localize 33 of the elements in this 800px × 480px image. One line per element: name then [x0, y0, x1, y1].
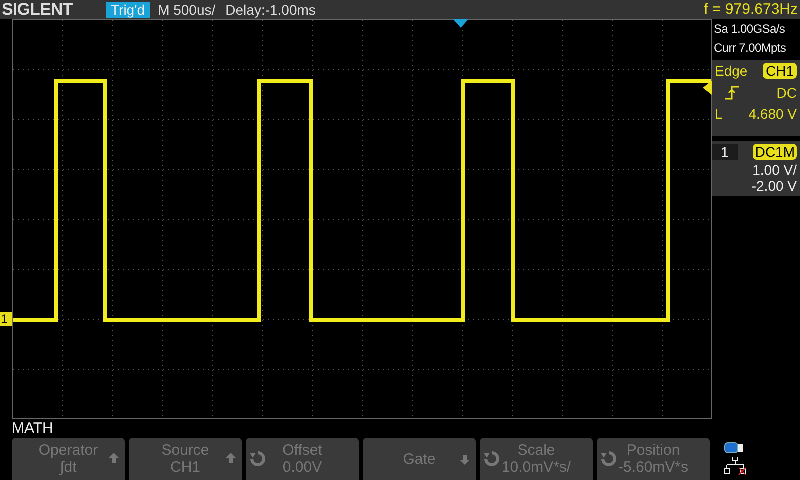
brand-logo: SIGLENT [2, 1, 74, 18]
network-icon [724, 457, 746, 475]
softkey-button[interactable]: Position -5.60mV*s [597, 438, 710, 480]
knob-icon [249, 450, 267, 468]
softkey-button[interactable]: Gate [363, 438, 476, 480]
up-arrow-icon [225, 452, 237, 464]
timebase: M 500us/ [158, 2, 216, 16]
trigger-status: Trig'd [106, 2, 150, 18]
vertical-offset: -2.00 V [752, 179, 797, 193]
delay: Delay:-1.00ms [226, 2, 316, 16]
channel-number: 1 [712, 144, 738, 160]
trigger-source: CH1 [762, 63, 797, 79]
channel-marker: 1 [0, 312, 12, 326]
trigger-level-label: L [715, 107, 723, 121]
trigger-coupling: DC [776, 86, 797, 100]
knob-icon [600, 450, 618, 468]
trigger-type: Edge [715, 64, 748, 78]
vertical-scale: 1.00 V/ [752, 163, 797, 177]
down-arrow-icon [459, 454, 471, 466]
channel-coupling: DC1M [753, 144, 797, 160]
usb-icon [724, 442, 744, 454]
softkey-button[interactable]: Offset 0.00V [246, 438, 359, 480]
softkey-button[interactable]: Source CH1 [129, 438, 242, 480]
sample-rate: Sa 1.00GSa/s [713, 21, 786, 38]
up-arrow-icon [108, 452, 120, 464]
frequency: f = 979.673Hz [704, 2, 798, 17]
memory-depth: Curr 7.00Mpts [713, 40, 788, 57]
softkey-button[interactable]: Operator ∫dt [12, 438, 125, 480]
rising-edge-icon [725, 86, 739, 100]
trigger-level: 4.680 V [748, 107, 797, 121]
menu-title: MATH [11, 419, 54, 438]
softkey-button[interactable]: Scale 10.0mV*s/ [480, 438, 593, 480]
knob-icon [483, 450, 501, 468]
